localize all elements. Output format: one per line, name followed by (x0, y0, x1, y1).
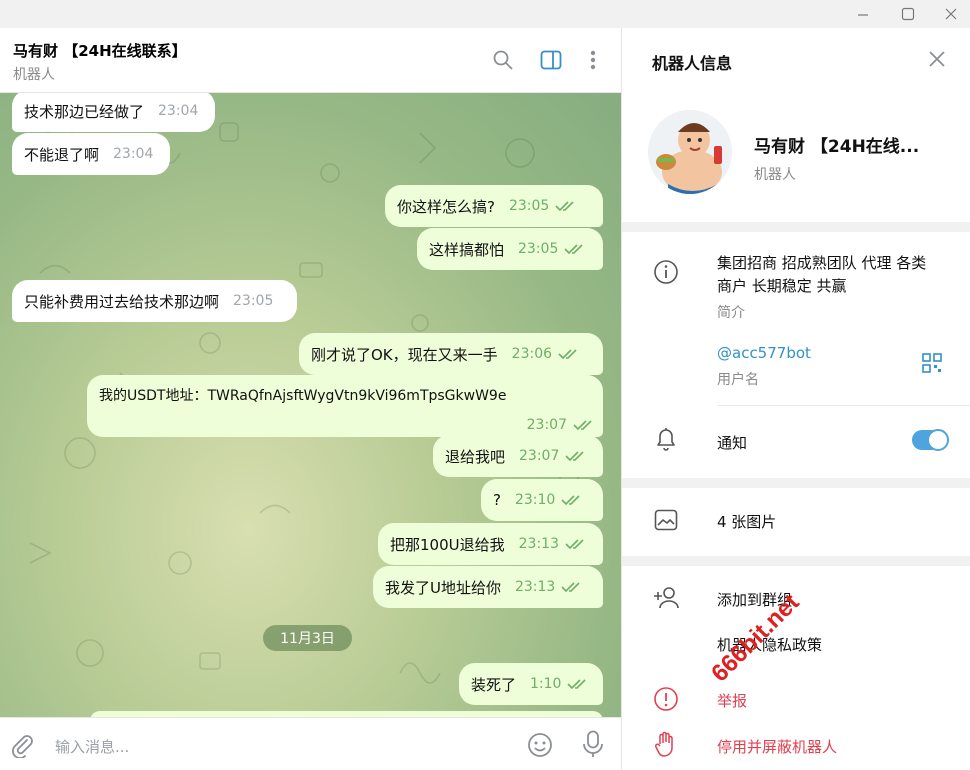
read-checkmarks-icon (565, 450, 587, 462)
message-bubble[interactable]: 刚才说了OK，现在又来一手 23:06 (299, 333, 603, 375)
message-time: 23:04 (113, 146, 154, 162)
message-text: 我发了U地址给你 (385, 578, 501, 597)
message-bubble[interactable]: 不能退了啊 23:04 (12, 133, 170, 175)
message-text: 退给我吧 (445, 447, 506, 466)
message-bubble[interactable]: ? 23:10 (481, 479, 603, 521)
bot-username[interactable]: @acc577bot (717, 344, 811, 362)
info-icon (652, 258, 680, 286)
read-checkmarks-icon (561, 581, 583, 593)
message-time: 23:07 (526, 417, 567, 433)
message-time: 23:06 (511, 346, 553, 362)
read-checkmarks-icon (558, 348, 580, 360)
message-bubble[interactable]: 这样搞都怕 23:05 (417, 228, 603, 270)
block-hand-icon (652, 730, 680, 758)
notifications-label: 通知 (717, 434, 748, 452)
report-button[interactable]: 举报 (717, 690, 747, 711)
message-text: 只能补费用过去给技术那边啊 (24, 292, 220, 311)
bot-info-panel: 机器人信息 马有财 【24H在线... 机器人 集团招商 招成熟团队 代理 各类… (621, 28, 970, 770)
message-bubble[interactable]: 把那100U退给我 23:13 (378, 523, 603, 565)
message-list[interactable]: 技术那边已经做了 23:04 不能退了啊 23:04 你这样怎么搞? 23:05… (0, 93, 621, 717)
message-text: 这样搞都怕 (429, 240, 505, 259)
message-input[interactable]: 输入消息... (55, 736, 129, 757)
notifications-toggle[interactable] (912, 429, 949, 451)
section-divider (622, 478, 970, 488)
message-text: 把那100U退给我 (390, 535, 505, 554)
toggle-knob (927, 429, 949, 451)
message-text: 刚才说了OK，现在又来一手 (311, 345, 498, 364)
message-bubble[interactable]: 装死了 1:10 (459, 663, 603, 705)
emoji-icon[interactable] (527, 732, 553, 762)
read-checkmarks-icon (565, 538, 587, 550)
message-text: 装死了 (471, 675, 517, 694)
message-time: 23:04 (158, 103, 199, 119)
read-checkmarks-icon (564, 243, 586, 255)
bot-name: 马有财 【24H在线... (754, 137, 920, 157)
description-label: 简介 (717, 305, 745, 321)
message-bubble[interactable]: 退给我吧 23:07 (433, 435, 603, 477)
row-divider (717, 405, 970, 406)
message-text: 不能退了啊 (24, 145, 100, 164)
window-titlebar (0, 0, 970, 28)
search-icon[interactable] (491, 48, 515, 72)
close-icon[interactable] (931, 0, 970, 28)
bot-kind: 机器人 (754, 167, 796, 183)
message-bubble[interactable]: 我发了U地址给你 23:13 (373, 566, 603, 608)
block-bot-button[interactable]: 停用并屏蔽机器人 (717, 736, 837, 757)
add-user-icon (652, 584, 680, 612)
photos-count[interactable]: 4 张图片 (717, 511, 776, 532)
message-time: 23:13 (518, 536, 559, 552)
report-icon (652, 685, 680, 713)
maximize-icon[interactable] (888, 0, 928, 28)
message-time: 23:05 (518, 241, 559, 257)
message-time: 1:10 (530, 676, 562, 692)
avatar[interactable] (648, 110, 732, 194)
message-text: ? (493, 491, 501, 509)
bell-icon (652, 425, 680, 453)
chat-title[interactable]: 马有财 【24H在线联系】 (13, 40, 187, 61)
message-composer[interactable]: 输入消息... (0, 717, 621, 770)
message-text: 技术那边已经做了 (24, 102, 145, 121)
photo-icon (652, 506, 680, 534)
message-time: 23:05 (508, 198, 550, 214)
sidebar-toggle-icon[interactable] (539, 48, 563, 72)
qr-code-icon[interactable] (922, 353, 942, 377)
message-bubble[interactable]: 你这样怎么搞? 23:05 (385, 185, 603, 227)
section-divider (622, 222, 970, 232)
close-panel-icon[interactable] (928, 50, 946, 72)
message-bubble[interactable]: 我的USDT地址：TWRaQfnAjsftWygVtn9kVi96mTpsGkw… (87, 375, 603, 437)
read-checkmarks-icon (573, 419, 595, 431)
chat-subtitle: 机器人 (13, 67, 55, 83)
attach-icon[interactable] (10, 732, 34, 762)
message-time: 23:10 (514, 492, 556, 508)
section-divider (622, 556, 970, 566)
message-text: 我的USDT地址：TWRaQfnAjsftWygVtn9kVi96mTpsGkw… (99, 388, 507, 404)
message-text: 你这样怎么搞? (397, 197, 495, 216)
panel-title: 机器人信息 (652, 54, 733, 73)
read-checkmarks-icon (555, 200, 577, 212)
chat-header[interactable]: 马有财 【24H在线联系】 机器人 (0, 28, 621, 93)
message-time: 23:07 (519, 448, 560, 464)
message-bubble[interactable]: 只能补费用过去给技术那边啊 23:05 (12, 280, 297, 322)
message-bubble[interactable]: 技术那边已经做了 23:04 (12, 93, 215, 132)
message-time: 23:13 (514, 579, 556, 595)
date-divider: 11月3日 (263, 625, 352, 651)
username-label: 用户名 (717, 372, 759, 388)
more-options-icon[interactable] (581, 48, 605, 72)
microphone-icon[interactable] (582, 730, 604, 762)
bot-description: 集团招商 招成熟团队 代理 各类商户 长期稳定 共赢 (717, 254, 927, 295)
minimize-icon[interactable] (843, 0, 883, 28)
read-checkmarks-icon (567, 678, 589, 690)
read-checkmarks-icon (561, 494, 583, 506)
message-time: 23:05 (233, 293, 274, 309)
